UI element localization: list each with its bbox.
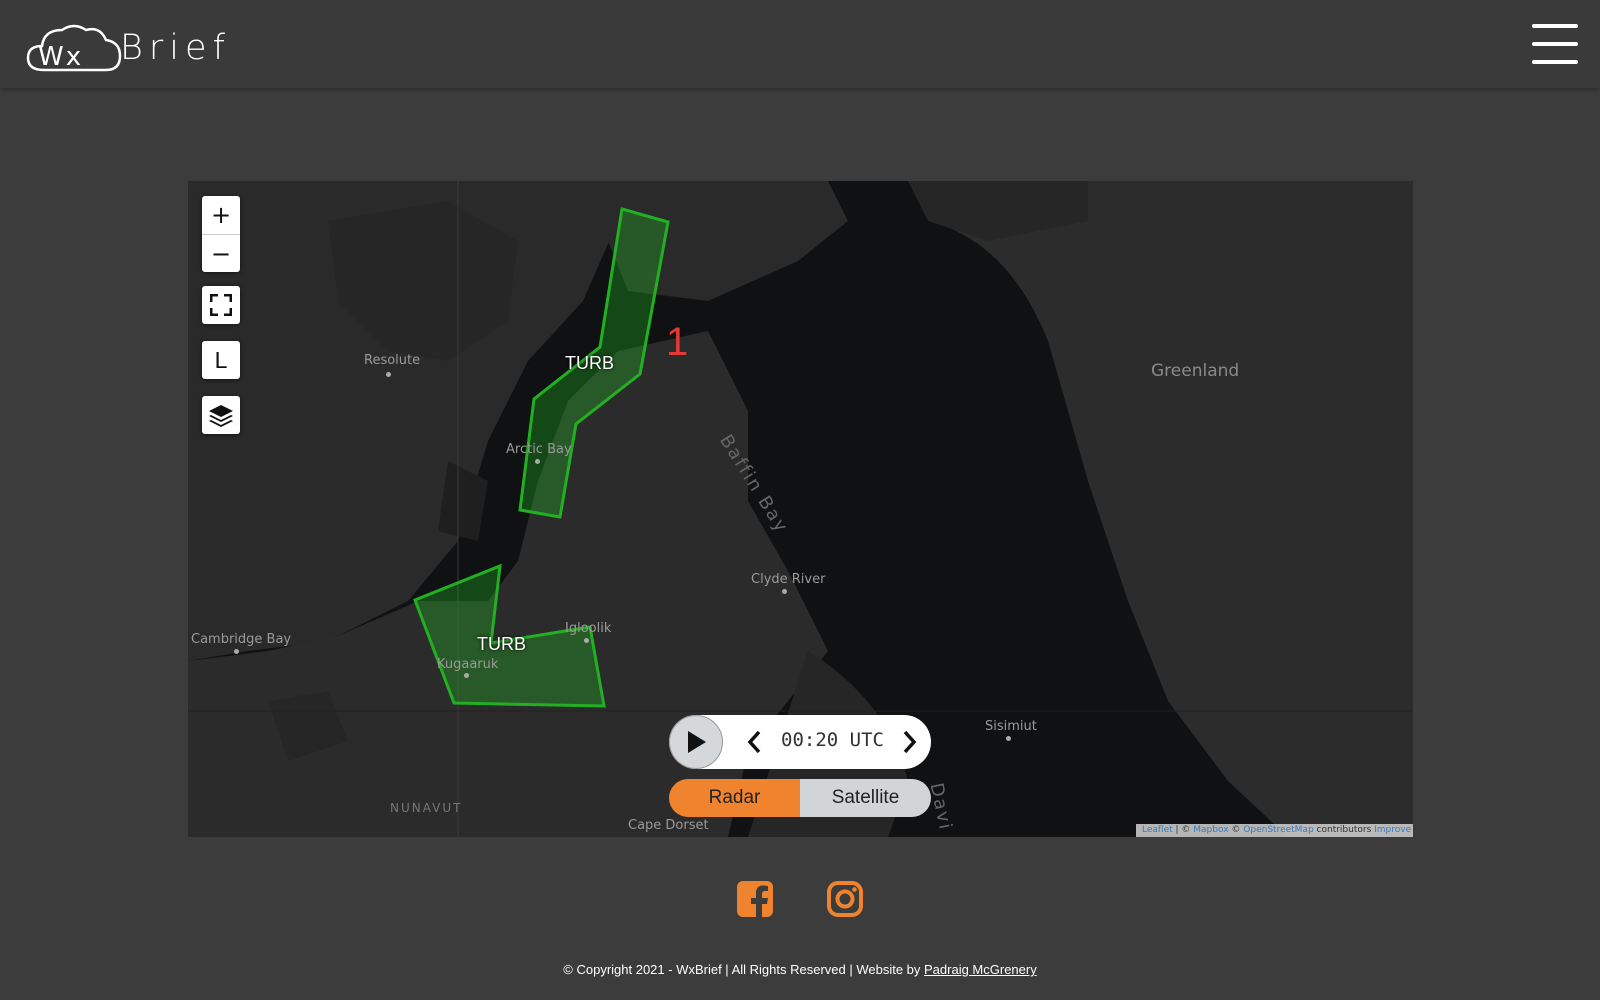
copyright-text: Copyright 2021 - WxBrief | All Rights Re… xyxy=(576,962,925,977)
mapbox-link[interactable]: Mapbox xyxy=(1193,825,1228,835)
copyright-icon: © xyxy=(563,962,573,977)
sigmet-label-1[interactable]: TURB xyxy=(565,353,614,374)
region-label-greenland: Greenland xyxy=(1151,361,1240,381)
place-label-cape-dorset: Cape Dorset xyxy=(628,818,709,833)
attrib-sep-2: © xyxy=(1228,825,1244,835)
place-dot-arctic-bay xyxy=(535,459,540,464)
improve-map-link[interactable]: Improve this map xyxy=(1374,825,1413,835)
satellite-toggle-button[interactable]: Satellite xyxy=(800,779,931,817)
zoom-out-button[interactable]: − xyxy=(202,234,240,272)
place-dot-igloolik xyxy=(584,638,589,643)
instagram-icon xyxy=(827,881,863,917)
place-label-sisimiut: Sisimiut xyxy=(985,719,1037,734)
frame-time: 00:20 UTC xyxy=(781,729,884,751)
wxbrief-logo[interactable]: Wx Brief xyxy=(24,18,264,76)
next-frame-button[interactable] xyxy=(899,728,921,756)
author-link[interactable]: Padraig McGrenery xyxy=(924,962,1037,977)
leaflet-link[interactable]: Leaflet xyxy=(1142,825,1173,835)
zoom-control: + − xyxy=(202,196,240,272)
legend-control: L xyxy=(202,341,240,379)
previous-frame-button[interactable] xyxy=(743,728,765,756)
chevron-left-icon xyxy=(747,730,761,754)
instagram-link[interactable] xyxy=(826,880,864,918)
place-label-clyde-river: Clyde River xyxy=(751,572,826,587)
attrib-sep-1: | © xyxy=(1172,825,1194,835)
fullscreen-icon xyxy=(210,294,232,316)
place-dot-resolute xyxy=(386,372,391,377)
place-label-resolute: Resolute xyxy=(364,353,421,368)
place-label-kugaaruk: Kugaaruk xyxy=(437,657,499,672)
timeline-player: 00:20 UTC xyxy=(669,715,931,769)
weather-map[interactable]: Resolute Arctic Bay Clyde River Cambridg… xyxy=(188,181,1413,837)
layers-button[interactable] xyxy=(202,396,240,434)
cloud-logo-icon: Wx xyxy=(26,24,122,72)
site-header: Wx Brief xyxy=(0,0,1600,88)
fullscreen-control xyxy=(202,286,240,324)
facebook-link[interactable] xyxy=(736,880,774,918)
region-label-nunavut: NUNAVUT xyxy=(390,801,463,815)
layers-icon xyxy=(209,405,233,427)
copyright-notice: © Copyright 2021 - WxBrief | All Rights … xyxy=(0,962,1600,977)
layers-control xyxy=(202,396,240,434)
logo-text: Brief xyxy=(120,28,231,68)
zoom-in-button[interactable]: + xyxy=(202,196,240,234)
legend-button[interactable]: L xyxy=(202,341,240,379)
facebook-icon xyxy=(737,881,773,918)
map-attribution: Leaflet | © Mapbox © OpenStreetMap contr… xyxy=(1136,824,1413,837)
sigmet-number-1: 1 xyxy=(666,320,689,364)
place-dot-kugaaruk xyxy=(464,673,469,678)
openstreetmap-link[interactable]: OpenStreetMap xyxy=(1243,825,1313,835)
place-label-arctic-bay: Arctic Bay xyxy=(506,442,572,457)
place-dot-clyde-river xyxy=(782,589,787,594)
chevron-right-icon xyxy=(903,730,917,754)
place-label-cambridge-bay: Cambridge Bay xyxy=(191,632,292,647)
radar-toggle-button[interactable]: Radar xyxy=(669,779,800,817)
fullscreen-button[interactable] xyxy=(202,286,240,324)
sigmet-label-2[interactable]: TURB xyxy=(477,634,526,655)
play-icon xyxy=(688,731,706,753)
place-label-igloolik: Igloolik xyxy=(565,621,612,636)
radar-satellite-toggle: Radar Satellite xyxy=(669,779,931,817)
play-button[interactable] xyxy=(669,715,723,769)
place-dot-sisimiut xyxy=(1006,736,1011,741)
svg-text:Wx: Wx xyxy=(38,42,83,72)
menu-hamburger-button[interactable] xyxy=(1532,24,1578,64)
attrib-contributors: contributors xyxy=(1313,825,1375,835)
place-dot-cambridge-bay xyxy=(234,649,239,654)
